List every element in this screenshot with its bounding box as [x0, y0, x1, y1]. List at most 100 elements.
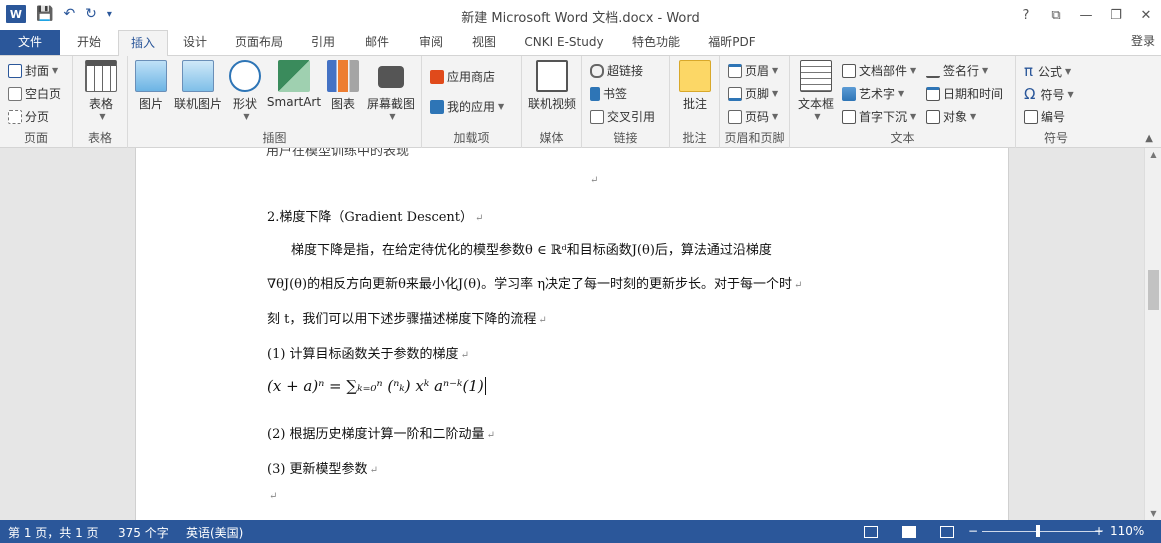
crossref-button[interactable]: 交叉引用 [590, 108, 655, 125]
symbol-button[interactable]: Ω 符号 ▼ [1024, 85, 1074, 103]
cover-icon [8, 63, 22, 78]
word-count[interactable]: 375 个字 [118, 524, 169, 541]
collapse-ribbon-icon[interactable]: ▲ [1145, 133, 1153, 144]
page-number-button[interactable]: 页码 ▼ [728, 108, 778, 125]
status-bar: 第 1 页，共 1 页 375 个字 英语(美国) − + 110% [0, 520, 1161, 543]
tab-cnki[interactable]: CNKI E-Study [515, 30, 613, 55]
dropcap-button[interactable]: 首字下沉 ▼ [842, 108, 916, 125]
online-picture-button[interactable]: 联机图片 [172, 60, 224, 112]
signature-button[interactable]: 签名行 ▼ [926, 62, 988, 79]
window-title: 新建 Microsoft Word 文档.docx - Word [461, 11, 700, 26]
step-2: (2) 根据历史梯度计算一阶和二阶动量 ↵ [267, 427, 495, 442]
zoom-in-button[interactable]: + [1094, 524, 1104, 538]
equation-label: 公式 [1038, 64, 1063, 79]
tab-home[interactable]: 开始 [66, 30, 112, 55]
datetime-button[interactable]: 日期和时间 [926, 85, 1003, 102]
section-heading: 2.梯度下降（Gradient Descent） ↵ [267, 210, 484, 225]
wordart-button[interactable]: 艺术字 ▼ [842, 85, 904, 102]
hyperlink-button[interactable]: 超链接 [590, 62, 643, 79]
scrollbar-thumb[interactable] [1148, 270, 1159, 310]
quickparts-button[interactable]: 文档部件 ▼ [842, 62, 916, 79]
tab-foxit[interactable]: 福昕PDF [699, 30, 765, 55]
empty-paragraph: ↵ [269, 491, 278, 502]
comment-button[interactable]: 批注 [677, 60, 713, 112]
footer-button[interactable]: 页脚 ▼ [728, 85, 778, 102]
numbering-button[interactable]: 编号 [1024, 108, 1065, 125]
hyperlink-icon [590, 63, 604, 78]
smartart-label: SmartArt [266, 95, 322, 109]
help-button[interactable]: ? [1011, 0, 1041, 30]
tab-insert[interactable]: 插入 [118, 30, 168, 56]
group-media: 联机视频 媒体 [522, 56, 582, 148]
title-bar: W 💾 ↶ ↻ ▾ 新建 Microsoft Word 文档.docx - Wo… [0, 0, 1161, 30]
tab-view[interactable]: 视图 [461, 30, 507, 55]
textbox-label: 文本框 [797, 97, 834, 111]
tab-special[interactable]: 特色功能 [621, 30, 691, 55]
page-break-button[interactable]: 分页 [8, 108, 49, 125]
language[interactable]: 英语(美国) [186, 524, 243, 541]
vertical-scrollbar[interactable]: ▲ ▼ [1144, 148, 1161, 520]
textbox-button[interactable]: 文本框 ▼ [796, 60, 836, 121]
store-button[interactable]: 应用商店 [430, 68, 495, 85]
signature-icon [926, 64, 940, 78]
tab-file[interactable]: 文件 [0, 30, 60, 55]
my-apps-button[interactable]: 我的应用 ▼ [430, 98, 504, 115]
camera-icon [378, 66, 404, 88]
group-symbols: π 公式 ▼ Ω 符号 ▼ 编号 符号 ▲ [1016, 56, 1161, 148]
shapes-button[interactable]: 形状 ▼ [228, 60, 262, 121]
online-video-label: 联机视频 [527, 97, 576, 111]
restore-button[interactable]: ❐ [1101, 0, 1131, 30]
symbol-label: 符号 [1040, 87, 1065, 102]
tab-layout[interactable]: 页面布局 [224, 30, 294, 55]
bookmark-icon [590, 86, 600, 101]
close-button[interactable]: ✕ [1131, 0, 1161, 30]
group-media-label: 媒体 [539, 131, 564, 145]
online-video-button[interactable]: 联机视频 [526, 60, 578, 112]
store-icon [430, 69, 444, 84]
page-count[interactable]: 第 1 页，共 1 页 [8, 524, 99, 541]
quickparts-icon [842, 63, 856, 78]
blank-page-button[interactable]: 空白页 [8, 85, 61, 102]
scroll-up-icon[interactable]: ▲ [1145, 150, 1161, 159]
scroll-down-icon[interactable]: ▼ [1145, 509, 1161, 518]
minimize-button[interactable]: — [1071, 0, 1101, 30]
table-icon [85, 60, 117, 92]
numbering-icon [1024, 109, 1038, 124]
chart-button[interactable]: 图表 [326, 60, 360, 112]
zoom-level[interactable]: 110% [1110, 524, 1144, 538]
smartart-icon [278, 60, 310, 92]
hyperlink-label: 超链接 [607, 64, 644, 78]
bookmark-button[interactable]: 书签 [590, 85, 627, 102]
zoom-slider-knob[interactable] [1036, 525, 1040, 537]
print-layout-icon[interactable] [902, 526, 916, 538]
ribbon-tabs: 文件 开始 插入 设计 页面布局 引用 邮件 审阅 视图 CNKI E-Stud… [0, 30, 1161, 56]
tab-review[interactable]: 审阅 [408, 30, 454, 55]
calendar-icon [926, 86, 940, 101]
picture-button[interactable]: 图片 [134, 60, 168, 112]
page-number-icon [728, 109, 742, 124]
table-button[interactable]: 表格 ▼ [83, 60, 119, 121]
document-page[interactable]: 用户在模型训练中的表现 ↵ 2.梯度下降（Gradient Descent） ↵ … [135, 148, 1009, 520]
tab-design[interactable]: 设计 [172, 30, 218, 55]
read-mode-icon[interactable] [864, 526, 878, 538]
group-text-label: 文本 [890, 131, 915, 145]
login-link[interactable]: 登录 [1131, 32, 1155, 49]
ribbon-display-button[interactable]: ⧉ [1041, 0, 1071, 30]
tab-mailings[interactable]: 邮件 [354, 30, 400, 55]
screenshot-button[interactable]: 屏幕截图 ▼ [364, 60, 418, 121]
smartart-button[interactable]: SmartArt [266, 60, 322, 109]
zoom-out-button[interactable]: − [968, 524, 978, 538]
equation-button[interactable]: π 公式 ▼ [1024, 62, 1071, 80]
step-3: (3) 更新模型参数 ↵ [267, 462, 378, 477]
object-button[interactable]: 对象 ▼ [926, 108, 976, 125]
cover-button[interactable]: 封面 ▼ [8, 62, 58, 79]
tab-references[interactable]: 引用 [300, 30, 346, 55]
zoom-slider[interactable] [982, 531, 1102, 532]
group-symbols-label: 符号 [1043, 131, 1068, 145]
picture-icon [135, 60, 167, 92]
quickparts-label: 文档部件 [859, 64, 908, 78]
para-mark: ↵ [590, 175, 599, 186]
header-button[interactable]: 页眉 ▼ [728, 62, 778, 79]
web-layout-icon[interactable] [940, 526, 954, 538]
binomial-formula: (x + a)ⁿ = ∑ₖ₌₀ⁿ (ⁿₖ) xᵏ aⁿ⁻ᵏ(1) [267, 377, 486, 395]
